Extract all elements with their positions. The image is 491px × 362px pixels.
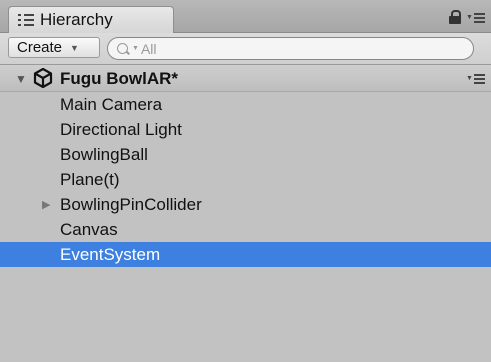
hierarchy-item-label: Main Camera [60, 95, 163, 114]
search-icon [117, 43, 128, 54]
hierarchy-tab-bar: Hierarchy ▼ [0, 0, 491, 33]
tab-title: Hierarchy [40, 10, 113, 29]
search-field[interactable]: ▼ [107, 37, 474, 60]
hierarchy-item-label: BowlingBall [60, 145, 148, 164]
hierarchy-list-icon [18, 13, 36, 27]
lock-icon[interactable] [448, 10, 462, 24]
expand-arrow-icon[interactable]: ▶ [42, 198, 50, 211]
hierarchy-item-main-camera[interactable]: Main Camera [0, 92, 491, 117]
create-label: Create [17, 39, 63, 56]
hierarchy-item-label: EventSystem [60, 245, 161, 264]
hierarchy-item-label: BowlingPinCollider [60, 195, 202, 214]
hierarchy-item-event-system[interactable]: EventSystem [0, 242, 491, 267]
search-filter-dropdown-icon[interactable]: ▼ [132, 45, 139, 52]
tab-hierarchy[interactable]: Hierarchy [8, 6, 174, 33]
unity-logo-icon [33, 68, 53, 88]
hierarchy-item-label: Directional Light [60, 120, 182, 139]
scene-menu-icon[interactable]: ▼ [466, 71, 486, 85]
search-input[interactable] [140, 40, 441, 57]
hierarchy-item-bowling-ball[interactable]: BowlingBall [0, 142, 491, 167]
hierarchy-toolbar: Create ▼ ▼ [0, 33, 491, 65]
hierarchy-item-canvas[interactable]: Canvas [0, 217, 491, 242]
chevron-down-icon: ▼ [70, 42, 79, 53]
hierarchy-item-plane[interactable]: Plane(t) [0, 167, 491, 192]
panel-menu-icon[interactable]: ▼ [466, 10, 486, 24]
create-dropdown-button[interactable]: Create ▼ [8, 37, 100, 58]
hierarchy-item-label: Plane(t) [60, 170, 120, 189]
expand-arrow-icon[interactable]: ▼ [15, 72, 27, 86]
hierarchy-item-bowling-pin-collider[interactable]: ▶ BowlingPinCollider [0, 192, 491, 217]
scene-name: Fugu BowlAR* [60, 69, 179, 88]
hierarchy-item-label: Canvas [60, 220, 118, 239]
scene-header-row[interactable]: ▼ Fugu BowlAR* ▼ [0, 65, 491, 92]
hierarchy-item-directional-light[interactable]: Directional Light [0, 117, 491, 142]
